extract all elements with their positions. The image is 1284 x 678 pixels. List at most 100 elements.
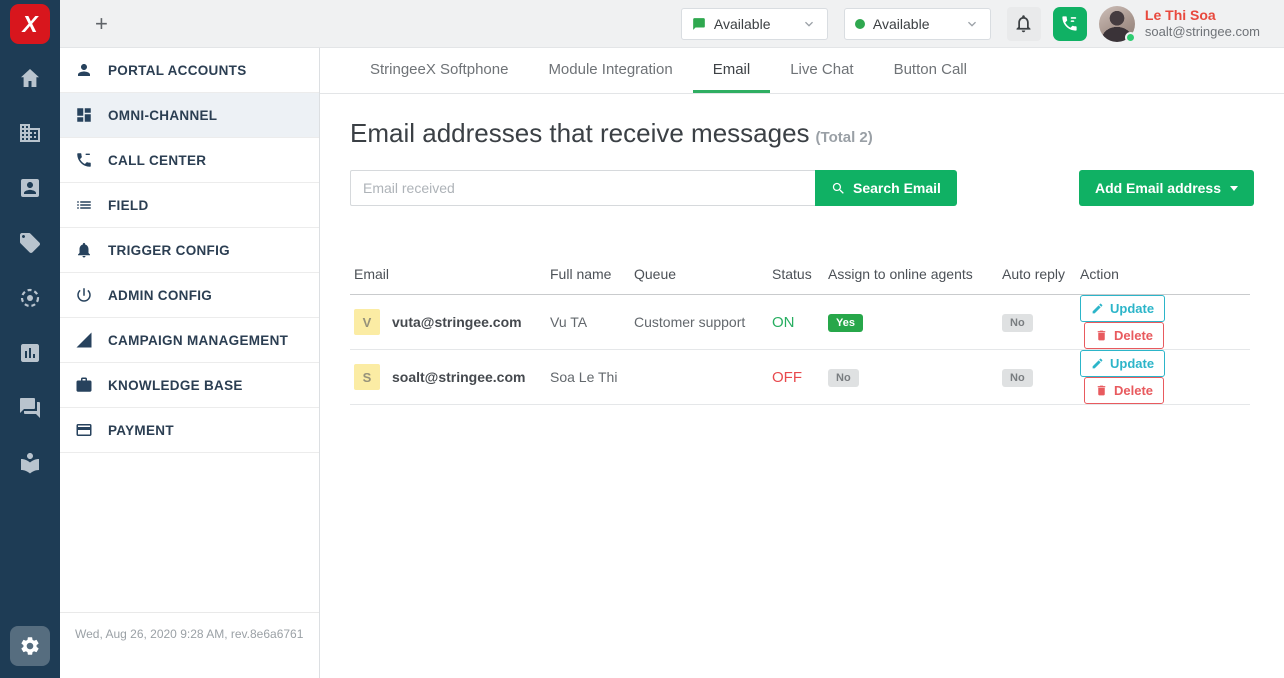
call-status-dropdown[interactable]: Available [844,8,991,40]
chat-status-label: Available [714,16,771,32]
sidebar-item-label: PORTAL ACCOUNTS [108,63,247,78]
page-title-text: Email addresses that receive messages [350,118,810,148]
add-button-label: Add Email address [1095,180,1221,196]
gear-icon [19,635,41,657]
search-email-button[interactable]: Search Email [815,170,957,206]
sidebar-item-portal-accounts[interactable]: PORTAL ACCOUNTS [60,48,319,93]
user-avatar[interactable] [1099,6,1135,42]
delete-button[interactable]: Delete [1084,322,1164,349]
page-title: Email addresses that receive messages (To… [350,118,1254,149]
assign-badge: Yes [828,314,863,332]
list-icon [75,196,93,214]
email-initial-avatar: V [354,309,380,335]
trash-icon [1095,384,1108,397]
col-action: Action [1076,258,1250,295]
home-icon[interactable] [18,66,42,90]
tab-button-call[interactable]: Button Call [874,48,987,93]
tab-live-chat[interactable]: Live Chat [770,48,873,93]
knowledge-icon[interactable] [18,451,42,475]
col-assign: Assign to online agents [824,258,998,295]
delete-button-label: Delete [1114,383,1153,398]
email-cell: soalt@stringee.com [392,369,525,385]
total-count: (Total 2) [816,129,873,146]
new-tab-plus-icon[interactable]: + [95,13,108,35]
content: StringeeX Softphone Module Integration E… [320,48,1284,678]
rail-nav [18,66,42,475]
update-button[interactable]: Update [1080,350,1165,377]
col-email: Email [350,258,546,295]
tab-stringeex-softphone[interactable]: StringeeX Softphone [350,48,528,93]
sidebar-item-label: PAYMENT [108,423,174,438]
topbar: + Available Available [60,0,1284,48]
contacts-icon[interactable] [18,176,42,200]
email-search-input[interactable] [350,170,815,206]
sidebar-item-label: ADMIN CONFIG [108,288,212,303]
search-group: Search Email [350,170,957,206]
email-initial-avatar: S [354,364,380,390]
sidebar-item-payment[interactable]: PAYMENT [60,408,319,453]
user-email: soalt@stringee.com [1145,24,1260,40]
person-icon [75,61,93,79]
call-status-label: Available [873,16,930,32]
email-table: Email Full name Queue Status Assign to o… [350,258,1250,405]
chevron-down-icon [801,16,817,32]
tab-email[interactable]: Email [693,48,771,93]
table-header-row: Email Full name Queue Status Assign to o… [350,258,1250,295]
sidebar-item-field[interactable]: FIELD [60,183,319,228]
search-icon [831,181,846,196]
sidebar-item-campaign-management[interactable]: CAMPAIGN MANAGEMENT [60,318,319,363]
status-cell: OFF [768,350,824,405]
delete-button[interactable]: Delete [1084,377,1164,404]
chevron-down-icon [964,16,980,32]
bell-icon [75,241,93,259]
phone-icon [1060,14,1079,33]
sidebar-item-call-center[interactable]: CALL CENTER [60,138,319,183]
organization-icon[interactable] [18,121,42,145]
search-button-label: Search Email [853,180,941,196]
pencil-icon [1091,302,1104,315]
queue-cell: Customer support [630,295,768,350]
softphone-button[interactable] [1053,7,1087,41]
settings-gear-button[interactable] [10,626,50,666]
trash-icon [1095,329,1108,342]
sidebar-item-admin-config[interactable]: ADMIN CONFIG [60,273,319,318]
sidebar-item-label: FIELD [108,198,149,213]
col-status: Status [768,258,824,295]
notifications-button[interactable] [1007,7,1041,41]
credit-card-icon [75,421,93,439]
tab-bar: StringeeX Softphone Module Integration E… [320,48,1284,94]
topbar-right-group: Available Available [665,6,1260,42]
build-info: Wed, Aug 26, 2020 9:28 AM, rev.8e6a6761 [60,612,319,678]
sidebar-item-knowledge-base[interactable]: KNOWLEDGE BASE [60,363,319,408]
icon-rail: X [0,0,60,678]
sidebar-item-trigger-config[interactable]: TRIGGER CONFIG [60,228,319,273]
chat-bubble-icon [692,17,706,31]
tab-module-integration[interactable]: Module Integration [528,48,692,93]
auto-reply-badge: No [1002,369,1033,387]
full-name-cell: Soa Le Thi [546,350,630,405]
add-email-address-button[interactable]: Add Email address [1079,170,1254,206]
user-info[interactable]: Le Thi Soa soalt@stringee.com [1145,7,1260,41]
app-window: X [0,0,1284,678]
col-full-name: Full name [546,258,630,295]
tracking-icon[interactable] [18,286,42,310]
stringeex-logo[interactable]: X [10,4,50,44]
pencil-icon [1091,357,1104,370]
user-name: Le Thi Soa [1145,7,1260,25]
update-button-label: Update [1110,356,1154,371]
sidebar-item-label: KNOWLEDGE BASE [108,378,243,393]
online-status-dot [1125,32,1136,43]
update-button-label: Update [1110,301,1154,316]
chat-status-dropdown[interactable]: Available [681,8,828,40]
delete-button-label: Delete [1114,328,1153,343]
tag-icon[interactable] [18,231,42,255]
update-button[interactable]: Update [1080,295,1165,322]
reports-icon[interactable] [18,341,42,365]
chat-icon[interactable] [18,396,42,420]
sidebar-item-omni-channel[interactable]: OMNI-CHANNEL [60,93,319,138]
caret-down-icon [1230,186,1238,191]
queue-cell [630,350,768,405]
sidebar: PORTAL ACCOUNTS OMNI-CHANNEL CALL CENTER… [60,48,320,678]
full-name-cell: Vu TA [546,295,630,350]
email-cell: vuta@stringee.com [392,314,522,330]
